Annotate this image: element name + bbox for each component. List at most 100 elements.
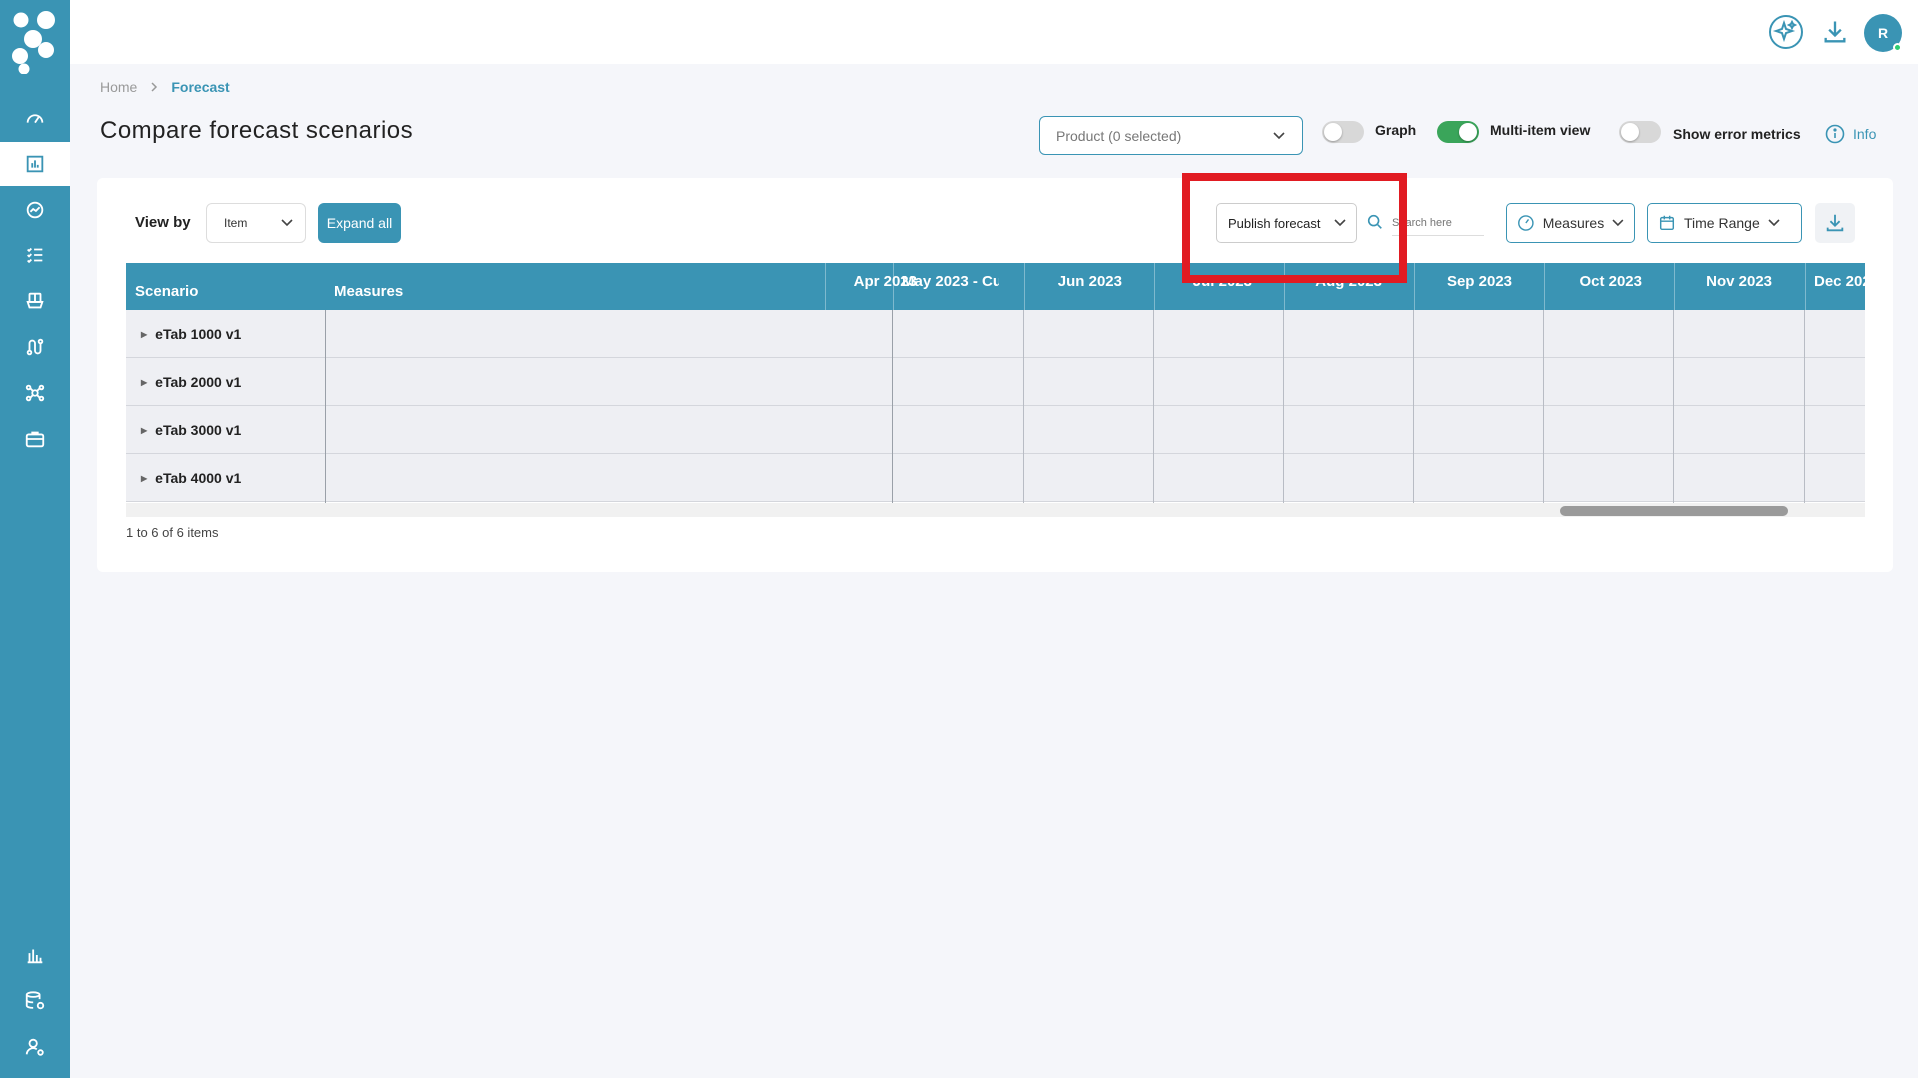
expand-all-button[interactable]: Expand all	[318, 203, 401, 243]
measures-label: Measures	[1542, 215, 1605, 231]
view-by-label: View by	[135, 214, 191, 231]
table-row[interactable]: ▶ eTab 1000 v1	[126, 310, 1865, 358]
sidebar-item-forecast[interactable]	[0, 142, 70, 186]
search-icon-wrap	[1366, 213, 1386, 233]
network-icon	[25, 384, 45, 402]
speedometer-icon	[1518, 215, 1534, 231]
time-range-label: Time Range	[1684, 215, 1760, 231]
scenario-name: eTab 1000 v1	[155, 326, 242, 342]
user-settings-icon	[25, 1038, 44, 1056]
database-settings-icon	[25, 991, 45, 1010]
column-header-month[interactable]: Oct 2023	[1544, 263, 1650, 310]
breadcrumb: Home Forecast	[100, 79, 230, 95]
horizontal-scrollbar-thumb[interactable]	[1560, 506, 1788, 516]
chevron-down-icon	[1273, 131, 1285, 139]
column-divider	[1023, 310, 1024, 506]
export-button[interactable]	[1815, 203, 1855, 243]
column-divider	[1673, 310, 1674, 506]
row-label: ▶ eTab 1000 v1	[141, 310, 241, 358]
product-select-value: Product (0 selected)	[1056, 127, 1182, 144]
column-divider	[1283, 310, 1284, 506]
error-metrics-label: Show error metrics	[1673, 126, 1801, 142]
sidebar-item-routes[interactable]	[0, 325, 70, 369]
page-title: Compare forecast scenarios	[100, 117, 414, 144]
column-header-month[interactable]: Nov 2023	[1674, 263, 1780, 310]
scenario-grid: Scenario Measures Apr 2023 May 2023 - Cu…	[126, 263, 1865, 517]
checklist-icon	[27, 247, 43, 264]
sidebar-item-data-settings[interactable]	[0, 979, 70, 1023]
column-divider	[325, 310, 326, 506]
sidebar-item-reports[interactable]	[0, 933, 70, 977]
scenario-name: eTab 2000 v1	[155, 374, 242, 390]
row-label: ▶ eTab 2000 v1	[141, 358, 241, 406]
column-header-month[interactable]: Aug 2023	[1284, 263, 1390, 310]
online-status-dot	[1893, 43, 1902, 52]
scenario-name: eTab 3000 v1	[155, 422, 242, 438]
time-range-button[interactable]: Time Range	[1647, 203, 1802, 243]
publish-forecast-value: Publish forecast	[1228, 215, 1321, 231]
trend-icon	[26, 201, 44, 219]
top-bar	[70, 0, 1918, 64]
info-link[interactable]: Info	[1825, 124, 1876, 144]
download-icon	[1824, 21, 1846, 43]
column-header-month[interactable]: Jun 2023	[1024, 263, 1130, 310]
chevron-down-icon	[281, 219, 293, 227]
chevron-down-icon	[1768, 219, 1780, 227]
error-metrics-toggle[interactable]	[1619, 121, 1661, 143]
info-label: Info	[1853, 126, 1877, 142]
grid-header: Scenario Measures Apr 2023 May 2023 - Cu…	[126, 263, 1865, 310]
logo[interactable]	[11, 8, 57, 74]
column-header-scenario[interactable]: Scenario	[135, 263, 325, 310]
view-by-select[interactable]: Item	[206, 203, 306, 243]
column-header-measures[interactable]: Measures	[334, 263, 734, 310]
graph-toggle-label: Graph	[1375, 122, 1417, 138]
scenario-name: eTab 4000 v1	[155, 470, 242, 486]
column-divider	[1543, 310, 1544, 506]
briefcase-icon	[25, 431, 45, 448]
view-by-value: Item	[224, 216, 248, 230]
breadcrumb-current: Forecast	[171, 79, 230, 95]
column-divider	[892, 310, 893, 506]
ship-icon	[26, 292, 44, 309]
breadcrumb-home[interactable]: Home	[100, 79, 137, 95]
graph-toggle[interactable]	[1322, 121, 1364, 143]
column-header-month[interactable]: Sep 2023	[1414, 263, 1520, 310]
ai-assistant-button[interactable]	[1768, 14, 1804, 50]
chevron-down-icon	[1612, 219, 1624, 227]
expand-caret-icon[interactable]: ▶	[141, 426, 147, 435]
measures-button[interactable]: Measures	[1506, 203, 1635, 243]
column-header-month[interactable]: Dec 2023	[1805, 263, 1865, 310]
publish-forecast-select[interactable]: Publish forecast	[1216, 203, 1357, 243]
expand-caret-icon[interactable]: ▶	[141, 378, 147, 387]
product-select[interactable]: Product (0 selected)	[1039, 116, 1303, 155]
expand-caret-icon[interactable]: ▶	[141, 474, 147, 483]
column-header-month[interactable]: May 2023 - Current	[893, 263, 999, 310]
table-row[interactable]: ▶ eTab 3000 v1	[126, 406, 1865, 454]
table-row[interactable]: ▶ eTab 4000 v1	[126, 454, 1865, 502]
sidebar-item-dashboard[interactable]	[0, 96, 70, 140]
bar-report-icon	[27, 949, 43, 964]
search-input[interactable]	[1392, 210, 1484, 236]
sidebar-item-tasks[interactable]	[0, 233, 70, 277]
chevron-right-icon	[151, 82, 158, 92]
sidebar-item-network[interactable]	[0, 371, 70, 415]
chevron-down-icon	[1334, 219, 1346, 227]
column-header-month[interactable]: Jul 2023	[1154, 263, 1260, 310]
ai-sparkle-icon	[1769, 15, 1803, 49]
table-row[interactable]: ▶ eTab 2000 v1	[126, 358, 1865, 406]
search-icon	[1367, 214, 1382, 229]
sidebar-item-trend[interactable]	[0, 188, 70, 232]
row-label: ▶ eTab 4000 v1	[141, 454, 241, 502]
column-divider	[1413, 310, 1414, 506]
dashboard-icon	[26, 114, 44, 124]
expand-caret-icon[interactable]: ▶	[141, 330, 147, 339]
row-label: ▶ eTab 3000 v1	[141, 406, 241, 454]
multi-item-view-toggle[interactable]	[1437, 121, 1479, 143]
sidebar-item-user-settings[interactable]	[0, 1025, 70, 1069]
chart-icon	[26, 155, 44, 173]
column-divider	[1153, 310, 1154, 506]
sidebar-item-shipping[interactable]	[0, 279, 70, 323]
sidebar-item-portfolio[interactable]	[0, 417, 70, 461]
global-download-button[interactable]	[1817, 14, 1853, 50]
info-icon	[1825, 124, 1845, 144]
